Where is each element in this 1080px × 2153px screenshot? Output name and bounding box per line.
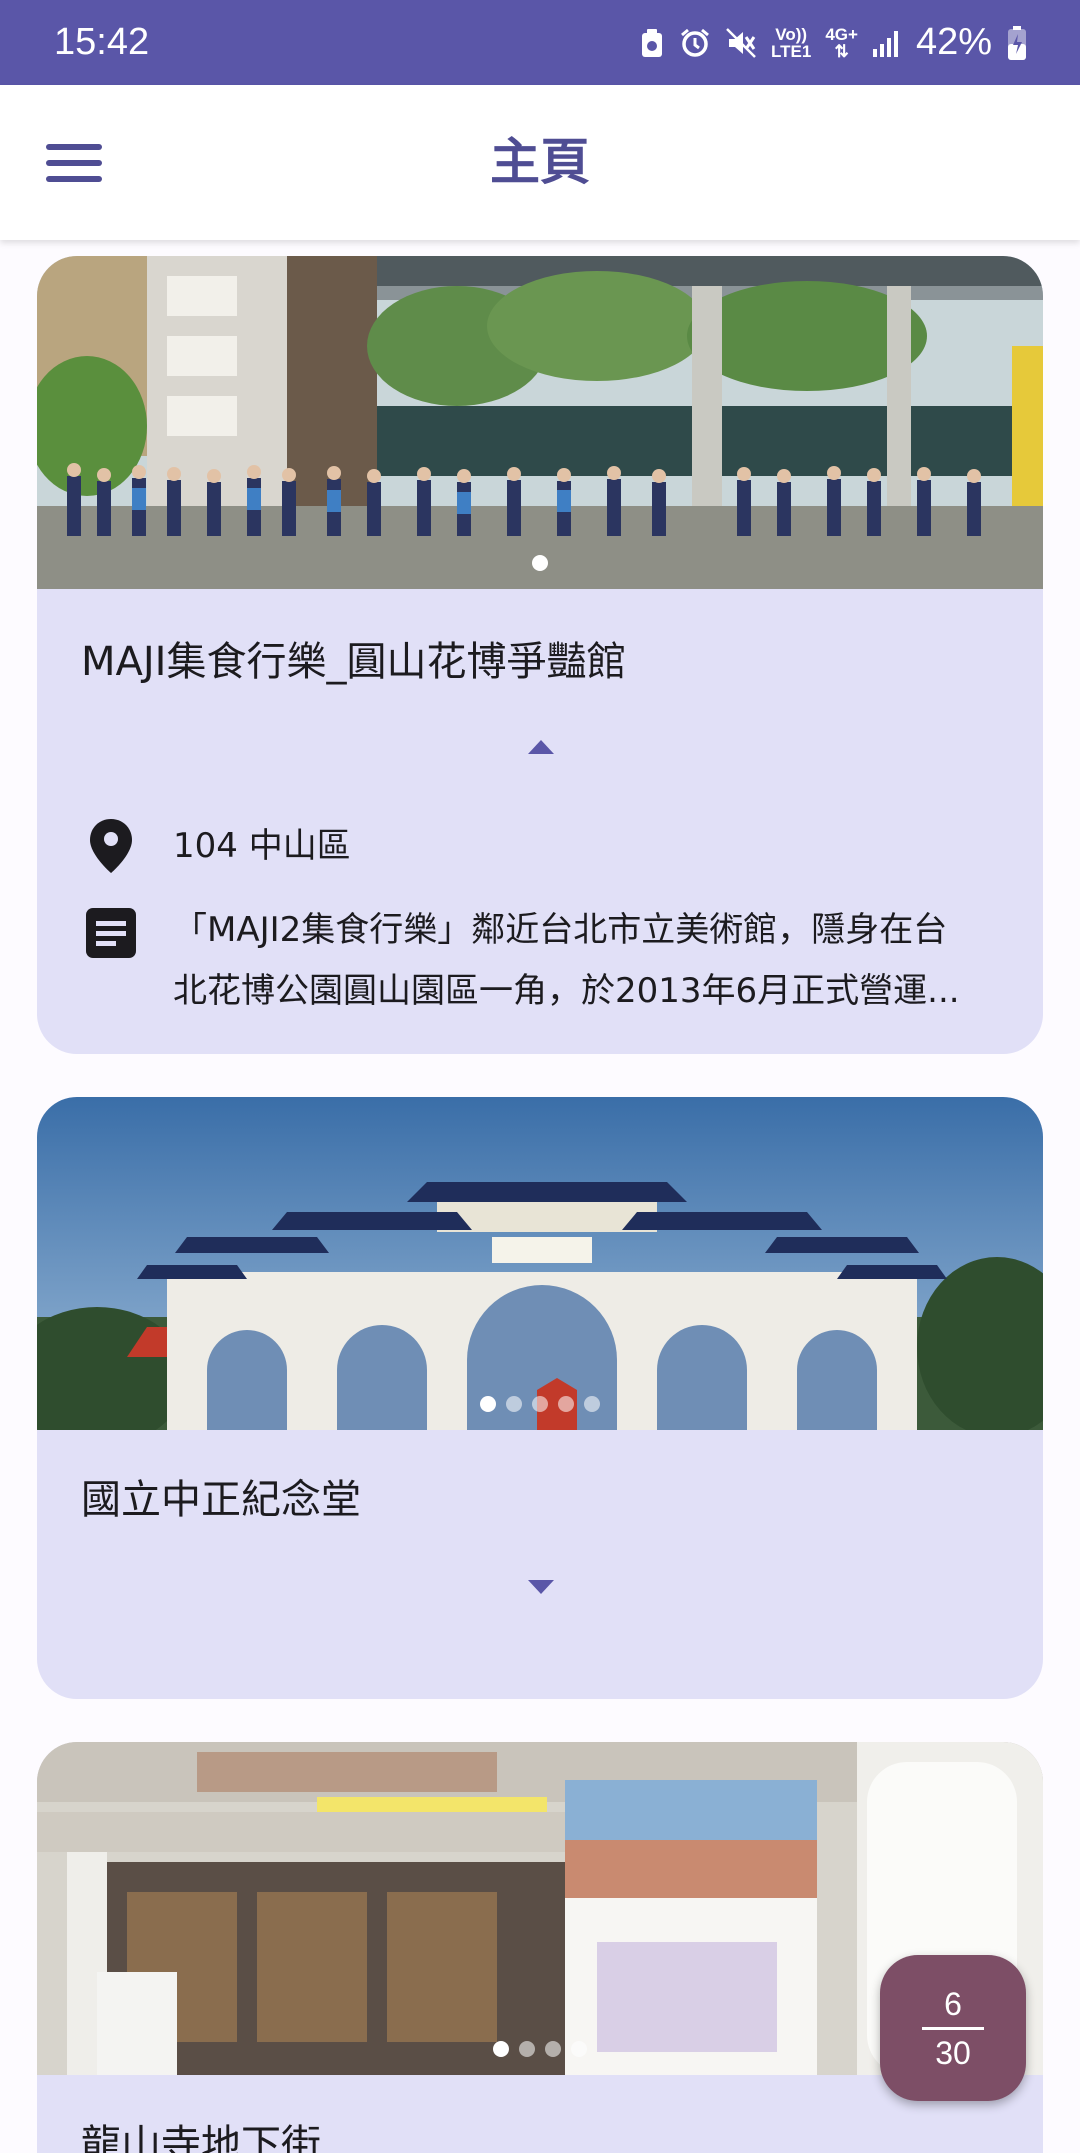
chevron-up-icon[interactable] [528, 740, 554, 754]
carousel-dot[interactable] [545, 2041, 561, 2057]
network-indicator: 4G+ ⇅ [825, 26, 858, 60]
carousel-dot[interactable] [558, 1396, 574, 1412]
address-text: 104 中山區 [173, 826, 351, 866]
carousel-indicator [37, 555, 1043, 571]
description-text: 「MAJI2集食行樂」鄰近台北市立美術館，隱身在台北花博公園圓山園區一角，於20… [173, 910, 960, 1011]
status-icons: Vo)) LTE1 4G+ ⇅ 42% [639, 21, 1028, 64]
attraction-image-carousel[interactable] [37, 1097, 1043, 1430]
status-bar: 15:42 Vo)) LTE1 4G+ ⇅ 42% [0, 0, 1080, 85]
attraction-title: 龍山寺地下街 [81, 2122, 321, 2153]
address-row: 104 中山區 [81, 816, 999, 877]
carousel-dot[interactable] [532, 555, 548, 571]
carousel-dot[interactable] [584, 1396, 600, 1412]
mute-icon [725, 27, 757, 59]
volte-indicator: Vo)) LTE1 [771, 26, 811, 60]
location-pin-icon [81, 816, 141, 877]
attraction-image-carousel[interactable] [37, 256, 1043, 589]
attraction-title: 國立中正紀念堂 [81, 1477, 361, 1523]
attraction-card[interactable]: MAJI集食行樂_圓山花博爭豔館 104 中山區 「MAJI2集食行樂」鄰近台北… [37, 256, 1043, 1054]
status-time: 15:42 [54, 21, 150, 63]
lte-label: LTE1 [771, 41, 812, 61]
carousel-dot[interactable] [519, 2041, 535, 2057]
battery-percent: 42% [915, 21, 992, 63]
fraction-divider [922, 2026, 984, 2030]
signal-icon [872, 29, 902, 57]
attraction-list[interactable]: MAJI集食行樂_圓山花博爭豔館 104 中山區 「MAJI2集食行樂」鄰近台北… [0, 240, 1080, 2153]
data-arrows-icon: ⇅ [834, 41, 849, 61]
carousel-dot[interactable] [506, 1396, 522, 1412]
description-icon [81, 900, 141, 1022]
app-bar: 主頁 [0, 85, 1080, 240]
carousel-indicator [37, 1396, 1043, 1412]
carousel-dot[interactable] [571, 2041, 587, 2057]
page-counter-button[interactable]: 6 30 [880, 1955, 1026, 2101]
volte-label: Vo)) [775, 24, 808, 44]
page-title: 主頁 [490, 133, 590, 191]
carousel-dot[interactable] [532, 1396, 548, 1412]
attraction-photo [37, 256, 1043, 589]
attraction-card[interactable]: 國立中正紀念堂 [37, 1097, 1043, 1699]
battery-charging-icon [1006, 25, 1028, 61]
chevron-down-icon[interactable] [528, 1580, 554, 1594]
attraction-title: MAJI集食行樂_圓山花博爭豔館 [81, 639, 627, 685]
carousel-dot[interactable] [493, 2041, 509, 2057]
current-page: 6 [944, 1985, 962, 2022]
total-pages: 30 [935, 2034, 971, 2071]
description-row: 「MAJI2集食行樂」鄰近台北市立美術館，隱身在台北花博公園圓山園區一角，於20… [81, 900, 999, 1022]
attraction-photo [37, 1097, 1043, 1430]
network-label: 4G+ [825, 24, 858, 44]
alarm-icon [679, 27, 711, 59]
carousel-dot[interactable] [480, 1396, 496, 1412]
recycle-icon [639, 28, 665, 58]
